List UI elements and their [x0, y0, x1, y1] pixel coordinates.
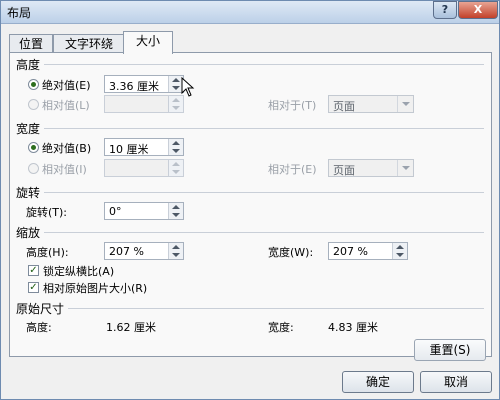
size-panel: 高度 绝对值(E) 3.36 厘米 相对值(L) 相对于(T) 页面 宽度 绝对…	[9, 52, 492, 361]
spin-down-icon[interactable]	[172, 170, 180, 174]
lock-aspect-ratio-label: 锁定纵横比(A)	[43, 265, 115, 278]
width-separator	[44, 128, 484, 129]
scale-separator	[44, 232, 484, 233]
height-section-title: 高度	[16, 58, 41, 72]
rotation-section-title: 旋转	[16, 186, 41, 200]
rotation-label: 旋转(T):	[26, 206, 68, 219]
help-button[interactable]: ?	[433, 1, 457, 19]
title-bar: 布局 ? X	[1, 1, 499, 24]
height-relative-label: 相对值(L)	[42, 99, 90, 112]
scale-section-title: 缩放	[16, 226, 41, 240]
tab-position[interactable]: 位置	[9, 34, 53, 53]
relative-original-size-checkbox[interactable]: ✓	[28, 282, 39, 293]
original-height-value: 1.62 厘米	[106, 321, 156, 334]
spin-down-icon[interactable]	[172, 149, 180, 153]
rotation-spin-arrows[interactable]	[168, 203, 183, 219]
spin-up-icon[interactable]	[172, 141, 180, 145]
ok-button[interactable]: 确定	[342, 371, 414, 393]
width-absolute-stepper[interactable]: 10 厘米	[104, 138, 184, 156]
height-relative-stepper[interactable]	[104, 95, 184, 113]
height-separator	[44, 64, 484, 65]
chevron-down-icon	[402, 166, 410, 170]
chevron-down-icon	[402, 102, 410, 106]
relative-original-size-label: 相对原始图片大小(R)	[43, 282, 148, 295]
spin-up-icon[interactable]	[172, 78, 180, 82]
height-absolute-value: 3.36 厘米	[109, 80, 159, 93]
height-absolute-stepper[interactable]: 3.36 厘米	[104, 75, 184, 93]
spin-up-icon[interactable]	[172, 205, 180, 209]
tab-text-wrapping[interactable]: 文字环绕	[53, 34, 125, 53]
width-absolute-value: 10 厘米	[109, 143, 149, 156]
original-size-separator	[68, 308, 484, 309]
checkmark-icon: ✓	[29, 265, 38, 276]
cancel-button[interactable]: 取消	[420, 371, 492, 393]
rotation-value: 0°	[109, 205, 122, 218]
rotation-stepper[interactable]: 0°	[104, 202, 184, 220]
scale-width-stepper[interactable]: 207 %	[328, 242, 408, 260]
height-relative-to-label: 相对于(T)	[268, 99, 317, 112]
height-relative-to-value: 页面	[333, 100, 355, 113]
original-width-value: 4.83 厘米	[328, 321, 378, 334]
width-relative-to-value: 页面	[333, 164, 355, 177]
height-relative-radio[interactable]	[28, 99, 39, 110]
height-relative-to-dropdown[interactable]: 页面	[328, 95, 414, 113]
scale-width-label: 宽度(W):	[268, 246, 314, 259]
scale-height-spin-arrows[interactable]	[168, 243, 183, 259]
width-relative-stepper[interactable]	[104, 159, 184, 177]
width-relative-radio[interactable]	[28, 163, 39, 174]
original-height-label: 高度:	[26, 321, 52, 334]
spin-down-icon[interactable]	[396, 253, 404, 257]
scale-height-label: 高度(H):	[26, 246, 69, 259]
width-relative-to-label: 相对于(E)	[268, 163, 317, 176]
tab-size[interactable]: 大小	[123, 31, 173, 54]
spin-up-icon[interactable]	[172, 162, 180, 166]
dialog-title: 布局	[7, 6, 32, 20]
spin-down-icon[interactable]	[172, 213, 180, 217]
mouse-cursor-icon	[181, 77, 195, 97]
spin-down-icon[interactable]	[172, 253, 180, 257]
spin-down-icon[interactable]	[172, 86, 180, 90]
lock-aspect-ratio-checkbox[interactable]: ✓	[28, 265, 39, 276]
spin-down-icon[interactable]	[172, 106, 180, 110]
width-absolute-spin-arrows[interactable]	[168, 139, 183, 155]
original-size-section-title: 原始尺寸	[16, 302, 65, 316]
height-absolute-radio[interactable]	[28, 79, 39, 90]
close-button[interactable]: X	[458, 1, 498, 19]
width-absolute-radio[interactable]	[28, 142, 39, 153]
reset-button[interactable]: 重置(S)	[414, 339, 486, 361]
spin-up-icon[interactable]	[396, 245, 404, 249]
height-absolute-label: 绝对值(E)	[42, 79, 91, 92]
width-section-title: 宽度	[16, 122, 41, 136]
scale-height-value: 207 %	[109, 245, 144, 258]
spin-up-icon[interactable]	[172, 98, 180, 102]
scale-height-stepper[interactable]: 207 %	[104, 242, 184, 260]
rotation-separator	[44, 192, 484, 193]
width-relative-label: 相对值(I)	[42, 163, 87, 176]
scale-width-value: 207 %	[333, 245, 368, 258]
original-width-label: 宽度:	[268, 321, 294, 334]
width-relative-spin-arrows[interactable]	[168, 160, 183, 176]
scale-width-spin-arrows[interactable]	[392, 243, 407, 259]
height-relative-spin-arrows[interactable]	[168, 96, 183, 112]
checkmark-icon: ✓	[29, 282, 38, 293]
width-absolute-label: 绝对值(B)	[42, 142, 92, 155]
layout-dialog: 布局 ? X 位置 文字环绕 大小 高度 绝对值(E) 3.36 厘米 相对值(…	[0, 0, 500, 400]
width-relative-to-dropdown[interactable]: 页面	[328, 159, 414, 177]
spin-up-icon[interactable]	[172, 245, 180, 249]
